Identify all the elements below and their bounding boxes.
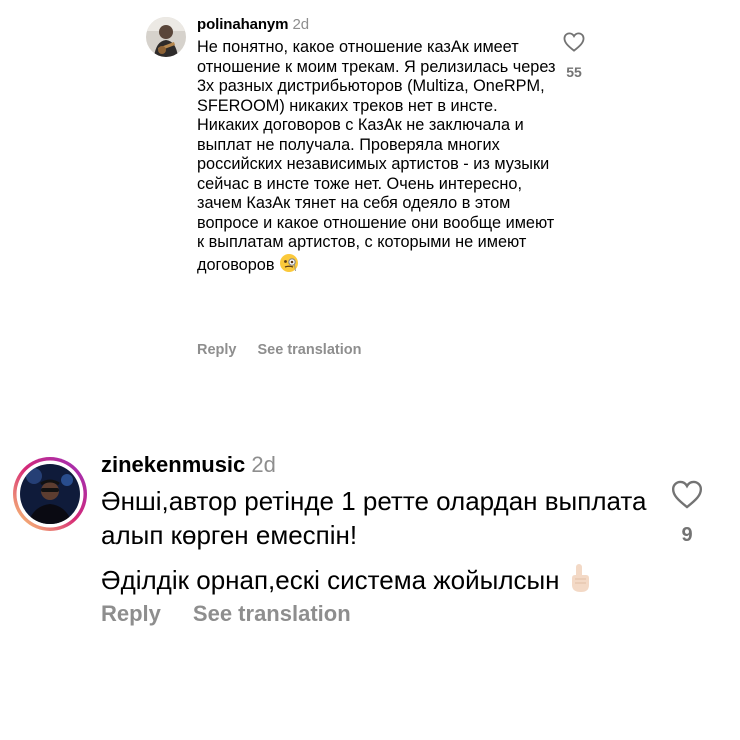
- avatar[interactable]: [12, 456, 88, 532]
- comment-username[interactable]: polinahanym 2d: [197, 16, 309, 33]
- reply-button[interactable]: Reply: [197, 342, 237, 358]
- comment-username[interactable]: zinekenmusic 2d: [101, 452, 276, 478]
- like-count: 55: [566, 64, 582, 80]
- username-text[interactable]: zinekenmusic: [101, 452, 245, 477]
- avatar-photo: [146, 17, 186, 57]
- comment-text-line: Әнші,автор ретінде 1 ретте олардан выпла…: [101, 486, 647, 550]
- comment-text: Әнші,автор ретінде 1 ретте олардан выпла…: [101, 484, 671, 602]
- comment-timestamp: 2d: [251, 452, 276, 477]
- comment-timestamp: 2d: [292, 16, 310, 33]
- comment-text-line: Әділдік орнап,ескі система жойылсын: [101, 562, 671, 602]
- comment-text: Не понятно, какое отношение казАк имеет …: [197, 38, 557, 278]
- see-translation-button[interactable]: See translation: [258, 342, 362, 358]
- comment-actions: Reply See translation: [101, 601, 351, 627]
- pointing-up-hand-emoji: [567, 562, 593, 602]
- reply-button[interactable]: Reply: [101, 601, 161, 627]
- avatar-story-ring: [13, 457, 87, 531]
- heart-icon[interactable]: [563, 32, 585, 56]
- comment-actions: Reply See translation: [197, 342, 361, 358]
- username-text[interactable]: polinahanym: [197, 16, 289, 33]
- heart-icon[interactable]: [671, 480, 703, 513]
- comment-text-content: Әділдік орнап,ескі система жойылсын: [101, 564, 560, 595]
- comment-text-content: Не понятно, какое отношение казАк имеет …: [197, 38, 556, 274]
- like-count: 9: [681, 524, 693, 546]
- like-control: 9: [664, 480, 710, 547]
- monocle-face-emoji: [279, 253, 299, 279]
- see-translation-button[interactable]: See translation: [193, 601, 351, 627]
- avatar[interactable]: [146, 17, 186, 57]
- like-control: 55: [556, 32, 592, 80]
